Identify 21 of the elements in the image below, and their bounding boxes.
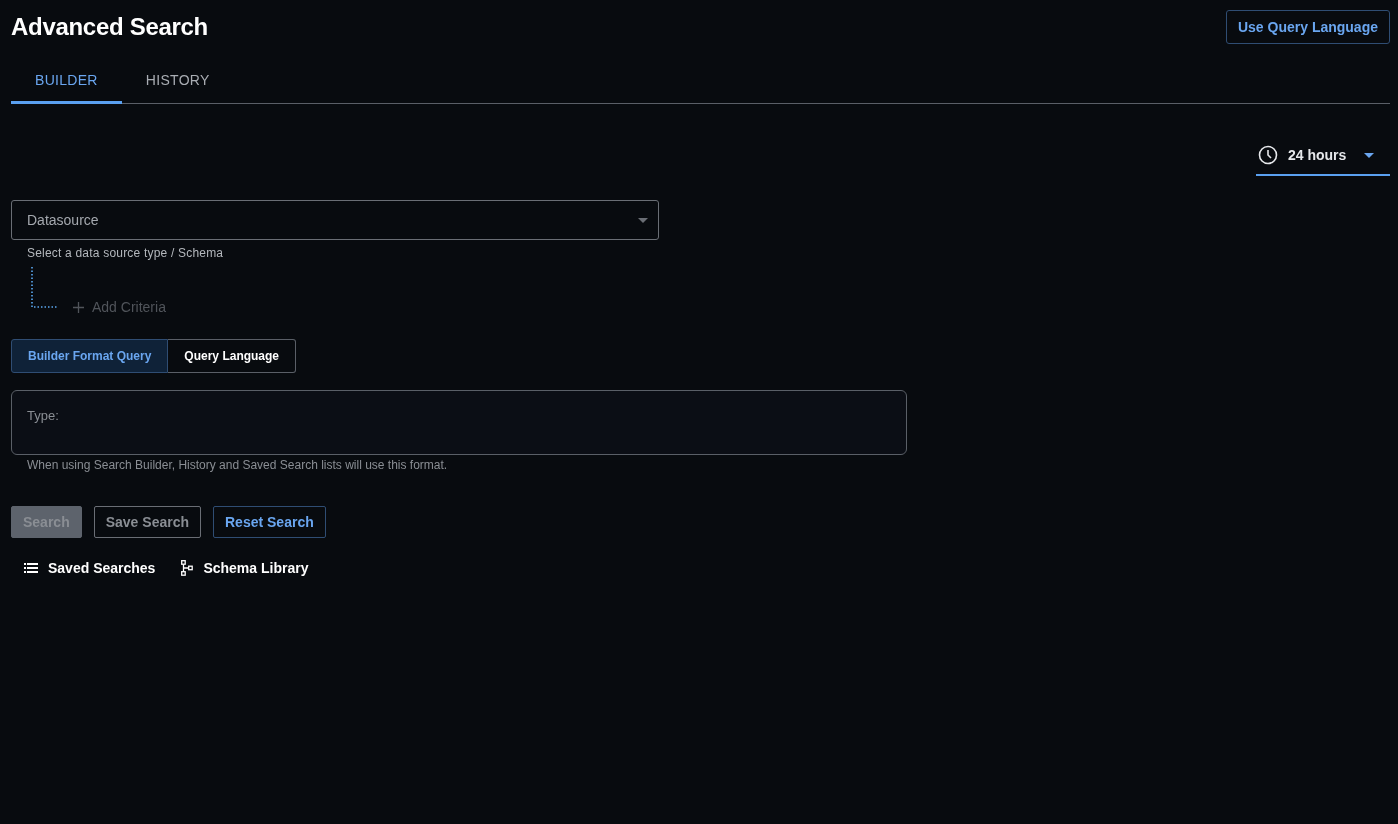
hint-text: When using Search Builder, History and Saved Search lists will use this format. xyxy=(27,458,449,472)
list-icon xyxy=(24,563,38,573)
link-button[interactable]: Schema Library xyxy=(181,560,309,576)
connector-line xyxy=(31,266,57,308)
use-query-language-button[interactable]: Use Query Language xyxy=(1225,10,1390,44)
clock-icon xyxy=(1258,145,1278,165)
helper-text: Select a data source type / Schema xyxy=(27,246,225,260)
page-title: Advanced Search xyxy=(11,13,208,41)
tab[interactable]: HISTORY xyxy=(121,58,234,104)
link-button[interactable]: Saved Searches xyxy=(24,560,156,576)
action-button[interactable]: Reset Search xyxy=(213,506,326,538)
format-toggle[interactable]: Builder Format Query xyxy=(11,339,169,373)
time-range-dropdown[interactable]: 24 hours xyxy=(1256,136,1390,176)
plus-icon xyxy=(73,301,84,313)
format-toggle[interactable]: Query Language xyxy=(168,339,297,373)
caret-icon xyxy=(638,217,648,223)
datasource-dropdown[interactable]: Datasource xyxy=(11,200,659,240)
tab[interactable]: BUILDER xyxy=(11,58,122,104)
query-input-field[interactable]: Type: xyxy=(11,390,907,455)
hierarchy-icon xyxy=(181,560,194,576)
caret-icon xyxy=(1364,152,1374,158)
